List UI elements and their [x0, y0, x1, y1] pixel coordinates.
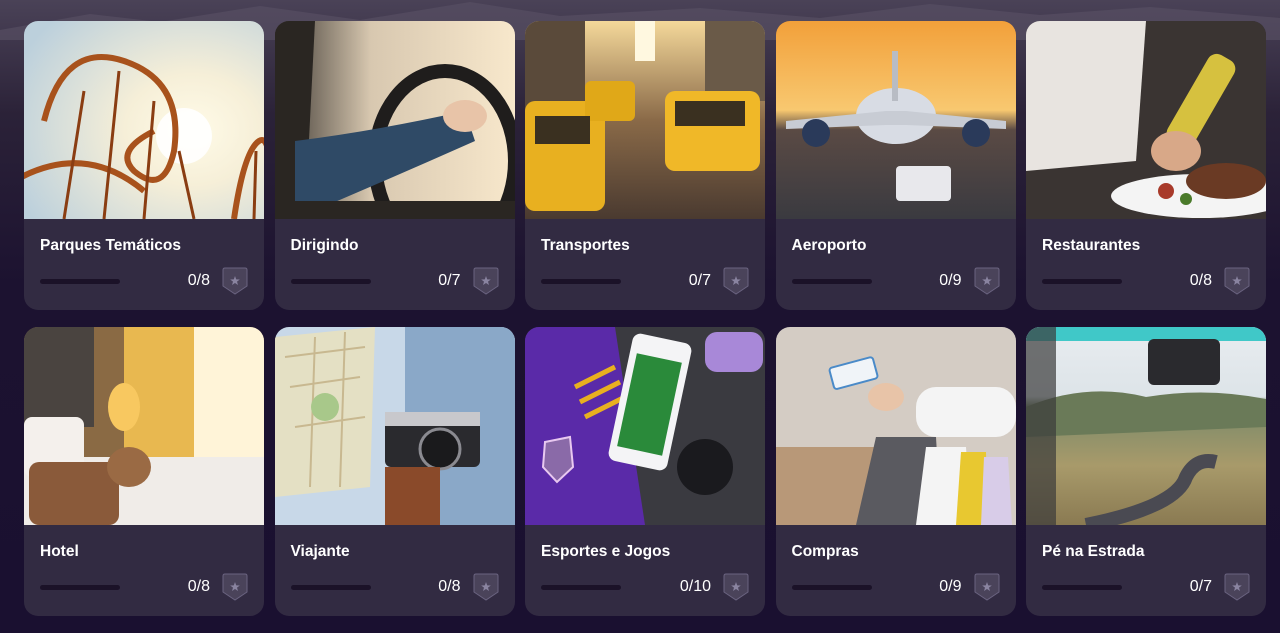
- star-shield-icon: [473, 572, 499, 602]
- category-grid: Parques Temáticos 0/8 Dirigindo 0/7 Tran…: [24, 21, 1266, 616]
- progress-bar: [791, 279, 872, 284]
- star-shield-icon: [473, 266, 499, 296]
- progress-bar: [1042, 279, 1122, 284]
- chef-plating-image: [1026, 21, 1266, 219]
- category-title: Viajante: [290, 543, 350, 560]
- hotel-room-image: [24, 327, 264, 525]
- progress-count: 0/7: [438, 272, 461, 289]
- progress-count: 0/8: [1189, 272, 1212, 289]
- airplane-sunset-image: [775, 21, 1016, 219]
- progress-count: 0/8: [187, 578, 210, 595]
- category-card-viajante[interactable]: Viajante 0/8: [274, 327, 515, 616]
- category-card-dirigindo[interactable]: Dirigindo 0/7: [274, 21, 515, 310]
- category-card-pe-na-estrada[interactable]: Pé na Estrada 0/7: [1026, 327, 1266, 616]
- category-card-esportes-e-jogos[interactable]: Esportes e Jogos 0/10: [525, 327, 765, 616]
- category-title: Compras: [791, 543, 859, 560]
- star-shield-icon: [1224, 266, 1250, 296]
- progress-count: 0/7: [1189, 578, 1212, 595]
- progress-count: 0/10: [679, 578, 711, 595]
- yellow-taxis-image: [525, 21, 765, 219]
- category-title: Hotel: [40, 543, 79, 560]
- roller-coaster-image: [24, 21, 264, 219]
- category-card-parques-tematicos[interactable]: Parques Temáticos 0/8: [24, 21, 264, 310]
- category-title: Pé na Estrada: [1042, 543, 1145, 560]
- category-card-aeroporto[interactable]: Aeroporto 0/9: [775, 21, 1016, 310]
- category-card-compras[interactable]: Compras 0/9: [775, 327, 1016, 616]
- category-title: Parques Temáticos: [40, 237, 181, 254]
- progress-bar: [290, 585, 371, 590]
- progress-count: 0/7: [688, 272, 711, 289]
- driving-steering-wheel-image: [274, 21, 515, 219]
- star-shield-icon: [723, 266, 749, 296]
- shopping-bags-card-image: [775, 327, 1016, 525]
- progress-bar: [40, 279, 120, 284]
- star-shield-icon: [974, 266, 1000, 296]
- category-card-transportes[interactable]: Transportes 0/7: [525, 21, 765, 310]
- star-shield-icon: [222, 572, 248, 602]
- progress-bar: [541, 585, 621, 590]
- star-shield-icon: [222, 266, 248, 296]
- soccer-phone-jersey-image: [525, 327, 765, 525]
- category-title: Aeroporto: [791, 237, 867, 254]
- category-card-restaurantes[interactable]: Restaurantes 0/8: [1026, 21, 1266, 310]
- progress-bar: [1042, 585, 1122, 590]
- category-title: Restaurantes: [1042, 237, 1141, 254]
- star-shield-icon: [974, 572, 1000, 602]
- map-camera-image: [274, 327, 515, 525]
- category-title: Dirigindo: [290, 237, 359, 254]
- progress-count: 0/8: [187, 272, 210, 289]
- progress-bar: [290, 279, 371, 284]
- progress-bar: [40, 585, 120, 590]
- road-trip-image: [1026, 327, 1266, 525]
- progress-count: 0/9: [939, 272, 962, 289]
- star-shield-icon: [723, 572, 749, 602]
- category-title: Esportes e Jogos: [541, 543, 671, 560]
- progress-count: 0/8: [438, 578, 461, 595]
- progress-count: 0/9: [939, 578, 962, 595]
- star-shield-icon: [1224, 572, 1250, 602]
- progress-bar: [791, 585, 872, 590]
- category-card-hotel[interactable]: Hotel 0/8: [24, 327, 264, 616]
- progress-bar: [541, 279, 621, 284]
- category-title: Transportes: [541, 237, 630, 254]
